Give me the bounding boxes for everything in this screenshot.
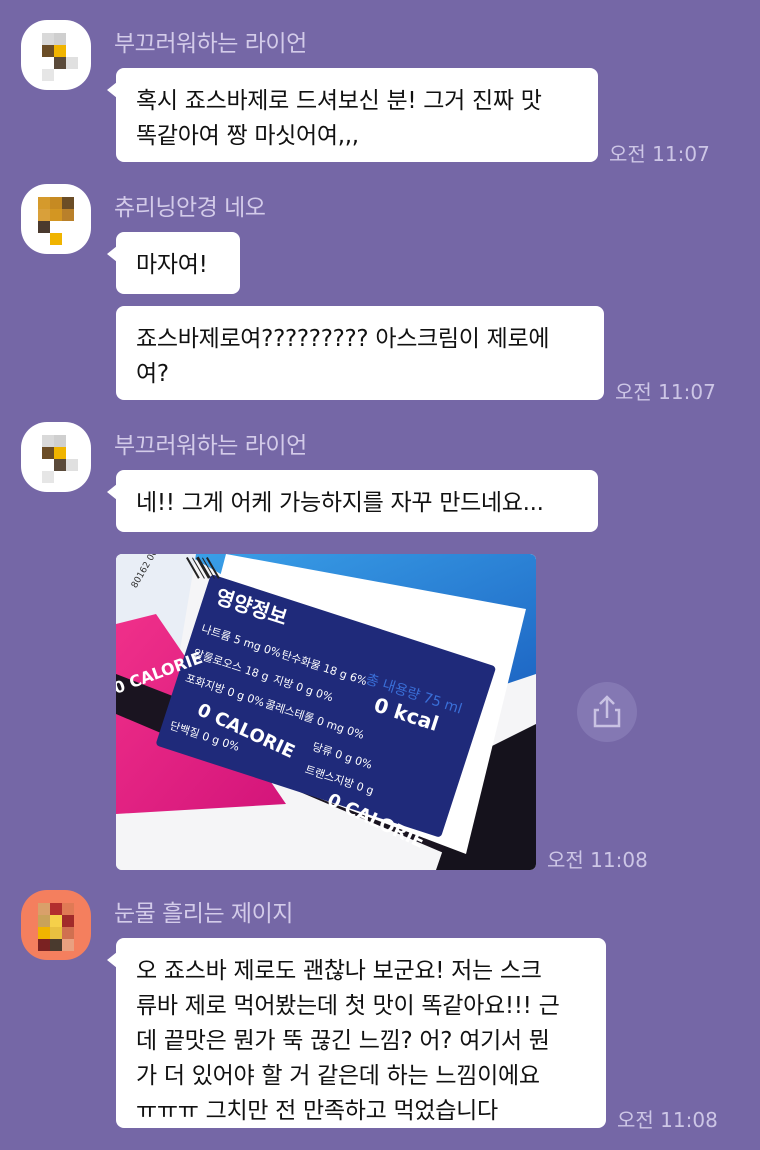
message-bubble[interactable]: 네!! 그게 어케 가능하지를 자꾸 만드네요... [107,470,598,532]
sender-name: 부끄러워하는 라이언 [114,31,307,57]
timestamp: 오전 11:07 [615,380,716,404]
photo-message[interactable]: 영양정보 총 내용량 75 ml 0 kcal 나트륨 5 mg 0% 탄수화물… [116,554,536,870]
avatar[interactable] [21,20,91,90]
avatar[interactable] [21,184,91,254]
message-bubble[interactable]: 혹시 죠스바제로 드셔보신 분! 그거 진짜 맛 똑같아여 짱 마싯어여,,, [107,68,598,162]
message-bubble[interactable]: 죠스바제로여????????? 아스크림이 제로에 여? [116,306,604,400]
message-line: 혹시 죠스바제로 드셔보신 분! 그거 진짜 맛 [136,88,542,114]
message-line: 죠스바제로여????????? 아스크림이 제로에 [136,326,550,352]
message-bubble[interactable]: 오 죠스바 제로도 괜찮나 보군요! 저는 스크 류바 제로 먹어봤는데 첫 맛… [107,938,606,1128]
message-line: 네!! 그게 어케 가능하지를 자꾸 만드네요... [136,490,544,516]
timestamp: 오전 11:07 [609,142,710,166]
message-line: 데 끝맛은 뭔가 뚝 끊긴 느낌? 어? 여기서 뭔 [136,1028,550,1054]
message-line: 여? [136,361,169,387]
avatar[interactable] [21,422,91,492]
share-icon [593,695,621,728]
avatar[interactable] [21,890,91,960]
message-line: 똑같아여 짱 마싯어여,,, [136,123,359,149]
timestamp: 오전 11:08 [547,848,648,872]
message-line: 마자여! [136,252,208,278]
message-line: 류바 제로 먹어봤는데 첫 맛이 똑같아요!!! 근 [136,993,560,1019]
share-button[interactable] [577,682,637,742]
message-bubble[interactable]: 마자여! [107,232,240,294]
message-line: 오 죠스바 제로도 괜찮나 보군요! 저는 스크 [136,958,542,984]
timestamp: 오전 11:08 [617,1108,718,1132]
message-line: 가 더 있어야 할 거 같은데 하는 느낌이에요 [136,1063,540,1089]
nutrition-label-image: 영양정보 총 내용량 75 ml 0 kcal 나트륨 5 mg 0% 탄수화물… [116,554,536,870]
message-line: ㅠㅠㅠ 그치만 전 만족하고 먹었습니다 [136,1098,498,1124]
sender-name: 부끄러워하는 라이언 [114,433,307,459]
sender-name: 츄리닝안경 네오 [114,195,266,221]
sender-name: 눈물 흘리는 제이지 [114,901,293,927]
